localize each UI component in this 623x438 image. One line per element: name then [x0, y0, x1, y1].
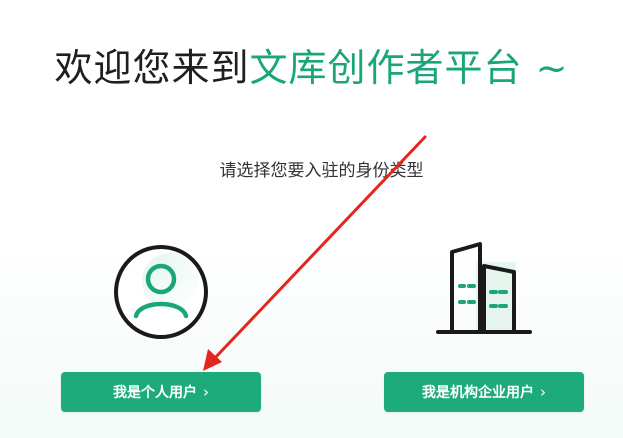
building-icon[interactable]: [434, 240, 534, 336]
building-icon-graphic: [436, 242, 532, 334]
organization-user-button-label: 我是机构企业用户: [422, 385, 534, 401]
personal-user-button[interactable]: 我是个人用户 ›: [61, 372, 261, 412]
page-title: 欢迎您来到文库创作者平台 ~: [0, 40, 623, 96]
organization-user-button[interactable]: 我是机构企业用户 ›: [384, 372, 584, 412]
chevron-right-icon: ›: [540, 383, 546, 401]
page-title-prefix: 欢迎您来到: [54, 46, 250, 90]
user-icon[interactable]: [112, 243, 210, 341]
user-icon-graphic: [114, 245, 208, 339]
identity-selection-page: 欢迎您来到文库创作者平台 ~ 请选择您要入驻的身份类型 我是个人用户 › 我是机…: [0, 0, 623, 438]
personal-user-button-label: 我是个人用户: [113, 385, 197, 401]
page-title-tilde: ~: [522, 46, 569, 90]
page-title-platform: 文库创作者平台: [249, 46, 523, 90]
chevron-right-icon: ›: [203, 383, 209, 401]
page-subtitle: 请选择您要入驻的身份类型: [219, 161, 424, 181]
